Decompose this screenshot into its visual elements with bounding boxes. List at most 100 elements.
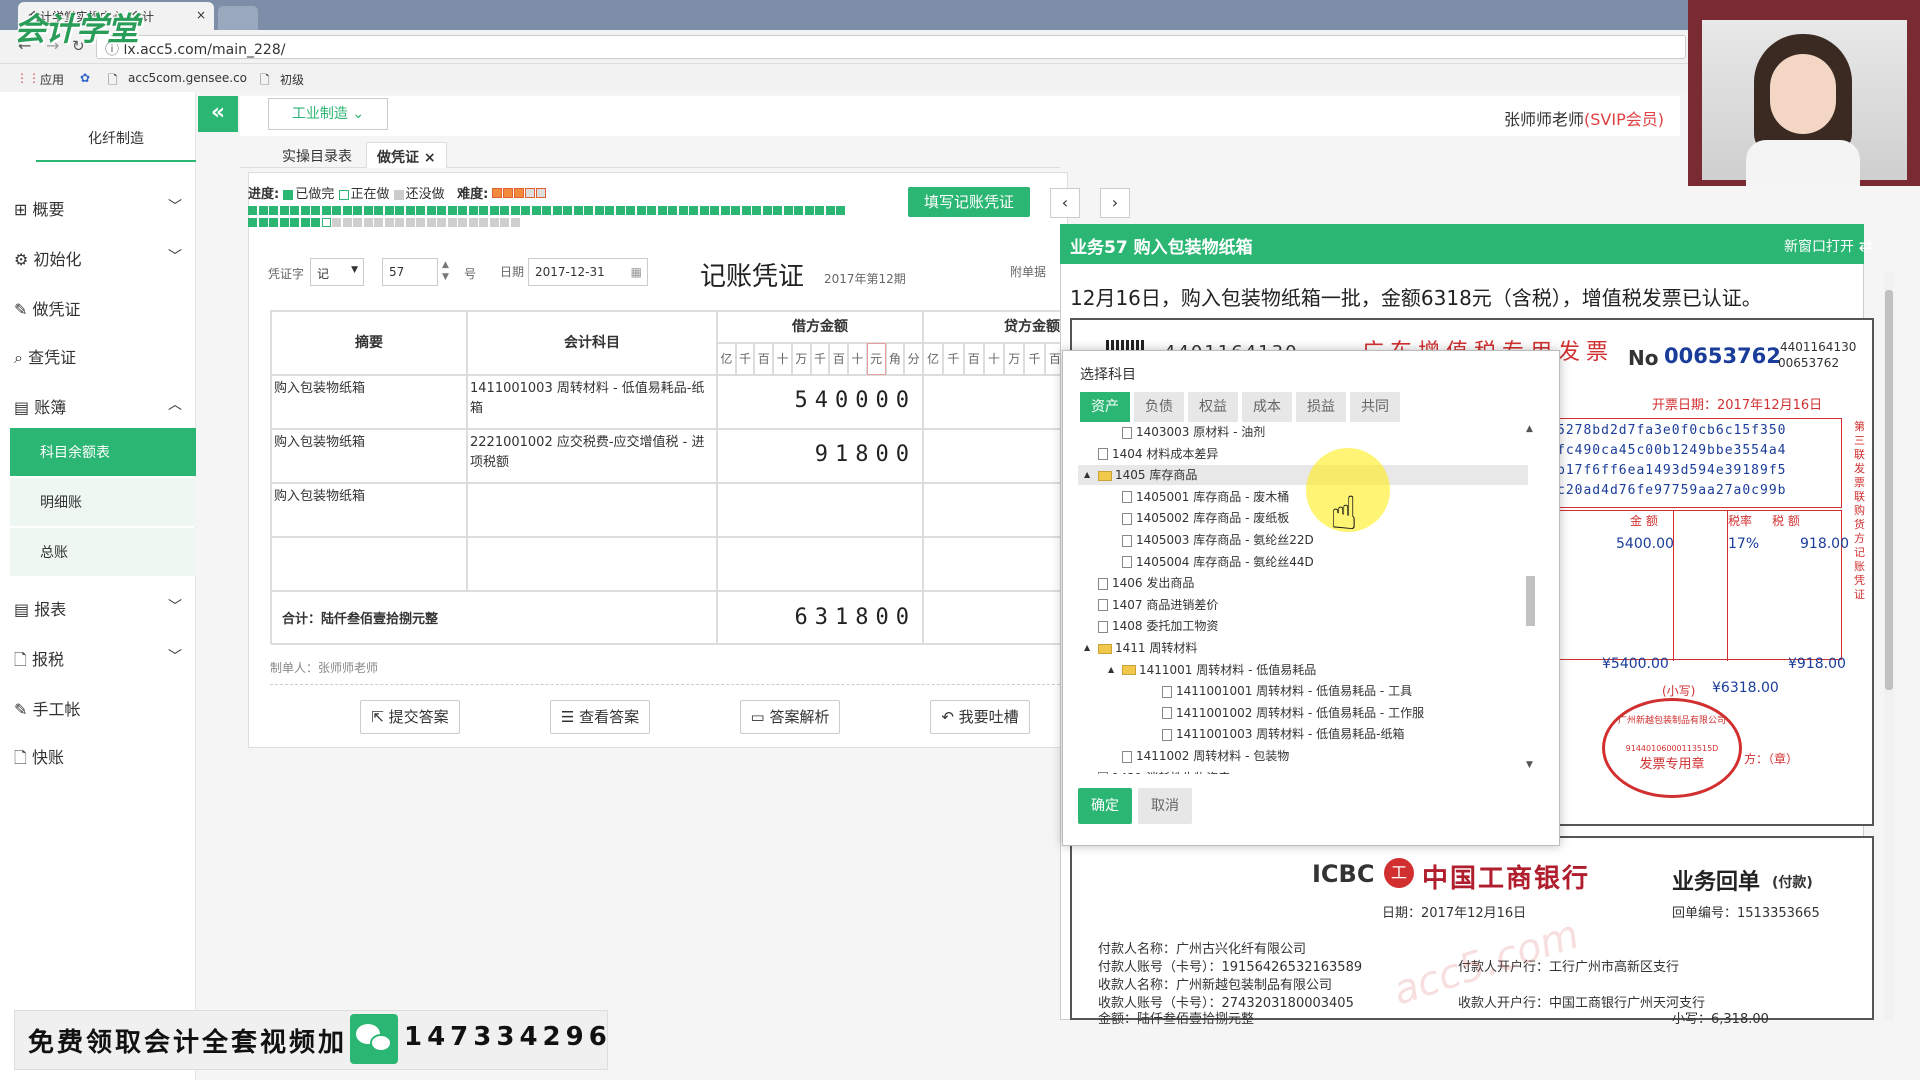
progress-cell[interactable] — [531, 206, 541, 215]
progress-cell[interactable] — [300, 218, 310, 227]
progress-cell[interactable] — [363, 218, 373, 227]
close-icon[interactable]: × — [424, 150, 436, 166]
progress-cell[interactable] — [510, 218, 520, 227]
progress-cell[interactable] — [500, 206, 509, 215]
fill-voucher-button[interactable]: 填写记账凭证 — [908, 187, 1030, 217]
progress-cell[interactable] — [321, 218, 331, 227]
progress-cell[interactable] — [311, 218, 320, 227]
voucher-word-select[interactable]: 记 ▼ — [310, 258, 364, 286]
tab-assets[interactable]: 资产 — [1080, 392, 1130, 422]
tree-node[interactable]: 1403003 原材料 - 油剂 — [1078, 422, 1528, 442]
tree-node[interactable]: 1411001003 周转材料 - 低值易耗品-纸箱 — [1078, 724, 1528, 744]
apps-icon[interactable]: ⋮⋮ — [16, 71, 40, 85]
sidebar-subitem-detail[interactable]: 明细账 — [10, 478, 196, 526]
scrollbar[interactable] — [1884, 272, 1894, 1020]
user-info[interactable]: 张师师老师(SVIP会员) — [1504, 106, 1664, 130]
progress-cell[interactable] — [426, 218, 436, 227]
tree-node[interactable]: 1405001 库存商品 - 废木桶 — [1078, 487, 1528, 507]
progress-cell[interactable] — [437, 206, 446, 215]
tab-liabilities[interactable]: 负债 — [1134, 392, 1184, 422]
prev-button[interactable]: ‹ — [1050, 188, 1080, 218]
progress-cell[interactable] — [384, 206, 394, 215]
progress-cell[interactable] — [468, 218, 478, 227]
account-cell[interactable]: 2221001002 应交税费-应交增值税 - 进项税额 — [467, 429, 717, 483]
expand-toggle-icon[interactable]: ▲ — [1108, 660, 1114, 680]
tab-common[interactable]: 共同 — [1350, 392, 1400, 422]
progress-cell[interactable] — [290, 206, 299, 215]
open-new-window-button[interactable]: 新窗口打开 ⇄ — [1784, 236, 1873, 256]
progress-cell[interactable] — [269, 206, 278, 215]
progress-cell[interactable] — [773, 206, 782, 215]
sidebar-item-overview[interactable]: ⊞ 概要 ﹀ — [0, 184, 196, 228]
progress-cell[interactable] — [605, 206, 614, 215]
tree-node[interactable]: 1405003 库存商品 - 氨纶丝22D — [1078, 530, 1528, 550]
scrollbar-thumb[interactable] — [1885, 290, 1893, 690]
progress-cell[interactable] — [804, 206, 814, 215]
tree-node[interactable]: 1406 发出商品 — [1078, 573, 1528, 593]
progress-cell[interactable] — [689, 206, 698, 215]
progress-cell[interactable] — [426, 206, 436, 215]
progress-cell[interactable] — [636, 206, 646, 215]
progress-cell[interactable] — [731, 206, 740, 215]
progress-cell[interactable] — [542, 206, 551, 215]
tree-scrollbar[interactable]: ▲ ▼ — [1524, 424, 1536, 774]
tree-node[interactable]: ▲ 1411 周转材料 — [1078, 638, 1528, 658]
credit-cell[interactable] — [923, 537, 1065, 591]
progress-cell[interactable] — [710, 206, 719, 215]
scrollbar-thumb[interactable] — [1526, 576, 1535, 626]
progress-cell[interactable] — [615, 206, 625, 215]
url-field[interactable]: ⓘ lx.acc5.com/main_228/ — [96, 35, 1686, 59]
progress-cell[interactable] — [447, 218, 457, 227]
sidebar-item-manual[interactable]: ✎ 手工帐 — [0, 684, 196, 728]
progress-cell[interactable] — [300, 206, 310, 215]
tree-node[interactable]: 1411002 周转材料 - 包装物 — [1078, 746, 1528, 766]
progress-cell[interactable] — [752, 206, 761, 215]
sidebar-item-reports[interactable]: ▤ 报表 ﹀ — [0, 584, 196, 628]
account-cell[interactable] — [467, 483, 717, 537]
tab-cost[interactable]: 成本 — [1242, 392, 1292, 422]
progress-cell[interactable] — [647, 206, 656, 215]
progress-cell[interactable] — [668, 206, 677, 215]
sidebar-item-quick[interactable]: 🗋 快账 — [0, 732, 196, 776]
summary-cell[interactable] — [271, 537, 467, 591]
progress-cell[interactable] — [825, 206, 835, 215]
progress-cell[interactable] — [374, 206, 383, 215]
sidebar-item-tax[interactable]: 🗋 报税 ﹀ — [0, 634, 196, 678]
tab-profit-loss[interactable]: 损益 — [1296, 392, 1346, 422]
progress-cell[interactable] — [489, 218, 499, 227]
progress-cell[interactable] — [458, 206, 467, 215]
progress-cell[interactable] — [279, 206, 289, 215]
progress-cell[interactable] — [521, 206, 530, 215]
progress-cell[interactable] — [479, 206, 488, 215]
account-cell[interactable] — [467, 537, 717, 591]
progress-cell[interactable] — [447, 206, 457, 215]
sidebar-item-init[interactable]: ⚙ 初始化 ﹀ — [0, 234, 196, 278]
summary-cell[interactable]: 购入包装物纸箱 — [271, 429, 467, 483]
industry-select[interactable]: 工业制造 ⌄ — [268, 98, 388, 130]
progress-cell[interactable] — [783, 206, 793, 215]
date-field[interactable]: 2017-12-31 ▦ — [528, 258, 648, 286]
progress-cell[interactable] — [405, 218, 415, 227]
submit-answer-button[interactable]: ⇱ 提交答案 — [360, 700, 460, 734]
debit-cell[interactable] — [717, 483, 923, 537]
progress-cell[interactable] — [363, 206, 373, 215]
tree-node[interactable]: 1421 消耗性生物资产 — [1078, 768, 1528, 774]
scroll-down-icon[interactable]: ▼ — [1526, 760, 1533, 770]
progress-cell[interactable] — [678, 206, 688, 215]
bookmark-gensee[interactable]: acc5com.gensee.co — [128, 71, 247, 85]
progress-cell[interactable] — [510, 206, 520, 215]
voucher-number-field[interactable]: 57 — [382, 258, 438, 286]
progress-cell[interactable] — [699, 206, 709, 215]
sidebar-item-ledger[interactable]: ▤ 账簿 ︿ — [0, 382, 196, 426]
progress-cell[interactable] — [311, 206, 320, 215]
progress-cell[interactable] — [489, 206, 499, 215]
next-button[interactable]: › — [1100, 188, 1130, 218]
tree-node[interactable]: ▲ 1411001 周转材料 - 低值易耗品 — [1078, 660, 1528, 680]
progress-cell[interactable] — [794, 206, 803, 215]
progress-cell[interactable] — [552, 206, 562, 215]
progress-cell[interactable] — [374, 218, 383, 227]
progress-cell[interactable] — [458, 218, 467, 227]
account-cell[interactable]: 1411001003 周转材料 - 低值易耗品-纸箱 — [467, 375, 717, 429]
progress-cell[interactable] — [342, 218, 352, 227]
progress-cell[interactable] — [248, 218, 257, 227]
